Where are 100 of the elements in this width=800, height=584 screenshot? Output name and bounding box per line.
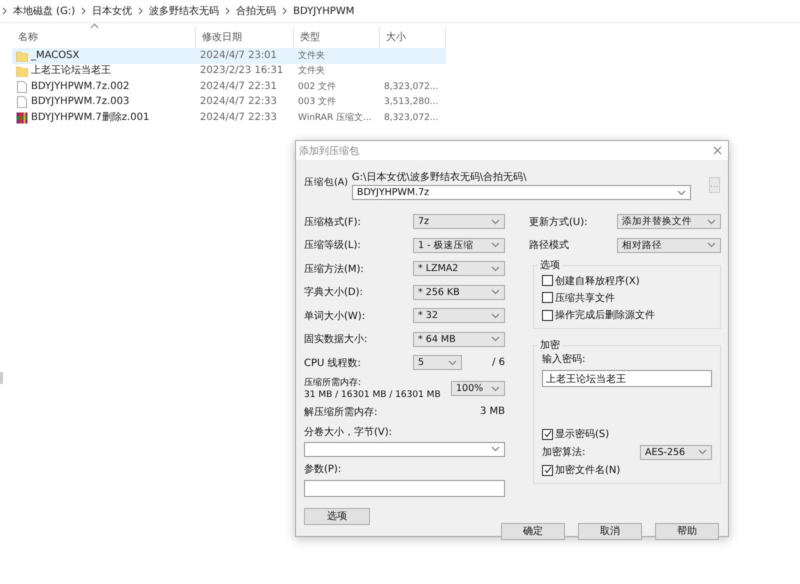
- file-type: 文件夹: [297, 50, 326, 63]
- file-type: 003 文件: [297, 96, 338, 110]
- dialog-button[interactable]: 确定: [501, 522, 565, 540]
- dropdown[interactable]: 7z: [413, 214, 505, 230]
- caret-icon: [491, 242, 500, 248]
- caret-icon: [491, 289, 500, 296]
- caret-icon: [676, 190, 686, 196]
- field-label: 路径模式: [529, 238, 569, 252]
- modified-date: 2024/4/7 23:01: [199, 48, 278, 63]
- field-label: 单词大小(W):: [304, 310, 366, 323]
- dropdown[interactable]: * 256 KB: [413, 284, 505, 300]
- password-field[interactable]: 上老王论坛当老王: [542, 370, 712, 387]
- field-label: 固实数据大小:: [304, 332, 368, 346]
- checkbox[interactable]: [542, 464, 553, 476]
- field-label: 输入密码:: [542, 352, 586, 366]
- checkbox-label[interactable]: 操作完成后删除源文件: [555, 308, 655, 322]
- checkbox-label[interactable]: 创建自释放程序(X): [555, 274, 640, 288]
- checkbox-label[interactable]: 压缩共享文件: [555, 290, 615, 305]
- file-type: 文件夹: [297, 64, 326, 78]
- file-size: 3,513,280...: [383, 96, 440, 110]
- file-name[interactable]: _MACOSX: [31, 48, 80, 63]
- field-label: CPU 线程数:: [304, 356, 361, 370]
- dropdown[interactable]: 相对路径: [617, 238, 721, 253]
- window-title: 添加到压缩包: [299, 144, 359, 158]
- dropdown[interactable]: 5: [413, 355, 462, 370]
- file-name[interactable]: BDYJYHPWM.7z.002: [31, 80, 130, 94]
- parameters-field[interactable]: [304, 480, 505, 496]
- chevron-icon: [81, 7, 86, 15]
- caret-icon: [491, 386, 500, 392]
- field-label: 压缩格式(F):: [304, 216, 361, 229]
- file-name[interactable]: 上老王论坛当老王: [31, 64, 111, 78]
- checkbox-label[interactable]: 显示密码(S): [555, 427, 610, 441]
- field-label: 压缩方法(M):: [304, 262, 364, 276]
- folder-icon: [16, 65, 28, 78]
- chevron-icon: [225, 7, 230, 15]
- field-label: 字典大小(D):: [304, 286, 363, 300]
- file-size: 8,323,072...: [383, 112, 440, 125]
- folder-icon: [16, 50, 28, 62]
- dropdown[interactable]: * LZMA2: [413, 261, 505, 276]
- dropdown[interactable]: * 32: [413, 308, 505, 324]
- dropdown[interactable]: 添加并替换文件: [617, 214, 721, 230]
- modified-date: 2024/4/7 22:33: [199, 95, 278, 110]
- archive-path: G:\日本女优\波多野结衣无码\合拍无码\: [352, 170, 528, 184]
- breadcrumb-item[interactable]: 日本女优: [92, 4, 132, 18]
- breadcrumb-item[interactable]: 合拍无码: [236, 4, 276, 18]
- memory-usage: 31 MB / 16301 MB / 16301 MB: [304, 388, 441, 400]
- volume-size-field[interactable]: [304, 442, 505, 456]
- caret-icon: [707, 242, 716, 248]
- dialog-button[interactable]: 帮助: [655, 522, 719, 540]
- field-label: 压缩等级(L):: [304, 238, 361, 252]
- field-label: 参数(P):: [304, 462, 342, 476]
- breadcrumb-item[interactable]: BDYJYHPWM: [293, 6, 354, 16]
- file-size: 8,323,072...: [383, 80, 440, 94]
- dropdown[interactable]: 100%: [451, 381, 505, 396]
- archive-name-field[interactable]: BDYJYHPWM.7z: [352, 185, 691, 200]
- close-icon[interactable]: [713, 146, 722, 155]
- checkbox-label[interactable]: 加密文件名(N): [555, 463, 620, 477]
- group-title: 加密: [538, 338, 562, 352]
- caret-icon: [491, 446, 500, 452]
- caret-icon: [491, 336, 500, 342]
- field-label: 更新方式(U):: [529, 216, 588, 229]
- dropdown[interactable]: * 64 MB: [413, 332, 505, 347]
- caret-icon: [491, 266, 500, 272]
- modified-date: 2024/4/7 22:33: [199, 110, 278, 125]
- checkbox[interactable]: [542, 428, 553, 440]
- memory-reading: 3 MB: [480, 406, 505, 417]
- modified-date: 2023/2/23 16:31: [199, 64, 284, 78]
- options-button[interactable]: 选项: [304, 508, 370, 524]
- field-label: 压缩所需内存:: [304, 376, 362, 388]
- caret-icon: [491, 218, 500, 225]
- dropdown[interactable]: AES-256: [640, 444, 712, 460]
- dropdown[interactable]: 1 - 极速压缩: [413, 238, 505, 253]
- check-icon: [544, 430, 552, 438]
- file-icon: [16, 96, 28, 108]
- archive-icon: [16, 112, 28, 124]
- checkbox[interactable]: [542, 292, 553, 304]
- breadcrumb-item[interactable]: 本地磁盘 (G:): [13, 4, 76, 18]
- modified-date: 2024/4/7 22:31: [199, 80, 278, 94]
- breadcrumb-item[interactable]: 波多野结衣无码: [149, 4, 220, 18]
- file-icon: [16, 80, 28, 93]
- check-icon: [544, 466, 552, 474]
- field-label: 分卷大小，字节(V):: [304, 426, 394, 438]
- file-type: WinRAR 压缩文...: [297, 112, 373, 125]
- file-name[interactable]: BDYJYHPWM.7删除z.001: [31, 110, 150, 125]
- group-title: 选项: [538, 258, 562, 272]
- caret-icon: [698, 449, 707, 455]
- field-label: 压缩包(A): [304, 176, 348, 190]
- chevron-icon: [282, 7, 288, 15]
- file-row-highlight[interactable]: _MACOSX 2024/4/7 23:01 文件夹: [12, 48, 446, 64]
- file-type: 002 文件: [297, 80, 338, 94]
- field-label: 解压缩所需内存:: [304, 406, 378, 418]
- file-name[interactable]: BDYJYHPWM.7z.003: [31, 95, 130, 110]
- checkbox[interactable]: [542, 275, 553, 286]
- checkbox[interactable]: [542, 310, 553, 321]
- chevron-icon: [2, 7, 7, 15]
- caret-icon: [448, 360, 458, 366]
- thread-count: / 6: [492, 357, 505, 368]
- dialog-button[interactable]: 取消: [578, 522, 642, 540]
- caret-icon: [707, 218, 716, 225]
- caret-icon: [491, 312, 500, 319]
